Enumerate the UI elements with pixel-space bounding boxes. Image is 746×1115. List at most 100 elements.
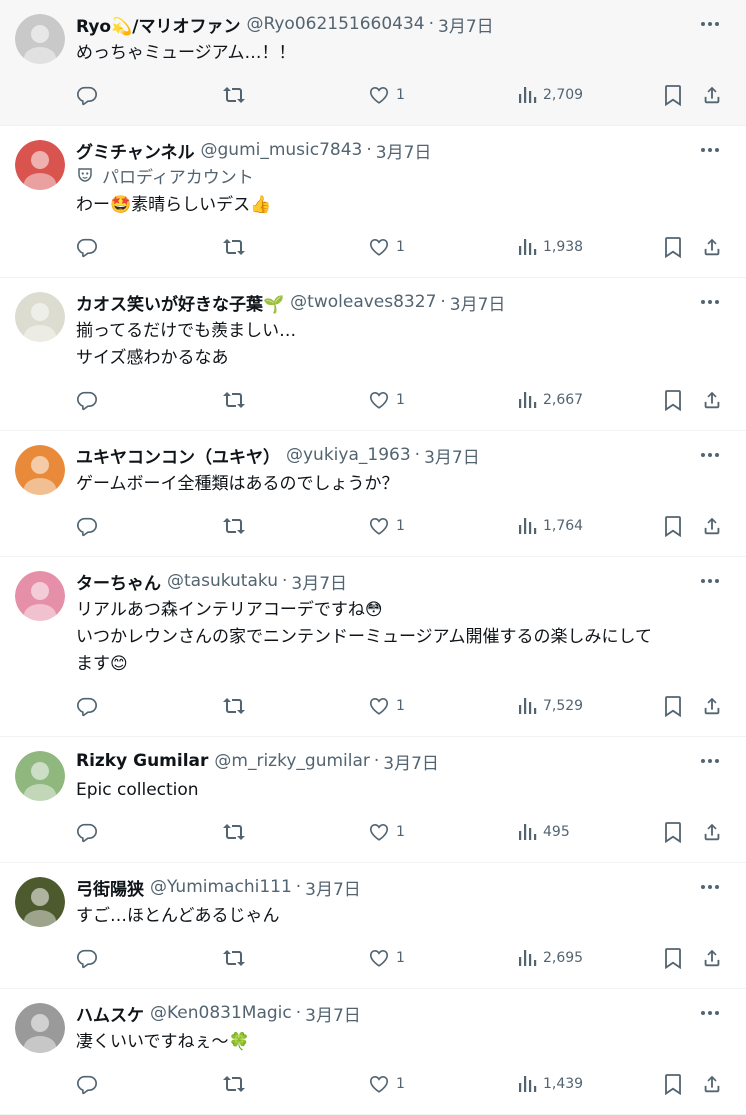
display-name[interactable]: ハムスケ	[76, 1001, 144, 1026]
avatar[interactable]	[15, 571, 65, 621]
bookmark-button[interactable]	[663, 694, 683, 718]
avatar[interactable]	[15, 140, 65, 190]
share-button[interactable]	[701, 946, 723, 970]
avatar[interactable]	[15, 1003, 65, 1053]
avatar[interactable]	[15, 877, 65, 927]
share-button[interactable]	[701, 1072, 723, 1096]
avatar[interactable]	[15, 751, 65, 801]
like-button[interactable]: 1	[368, 388, 405, 412]
more-icon[interactable]	[698, 14, 722, 34]
like-button[interactable]: 1	[368, 694, 405, 718]
views-button[interactable]: 1,938	[517, 235, 583, 259]
retweet-button[interactable]	[221, 694, 247, 718]
retweet-button[interactable]	[221, 946, 247, 970]
user-handle[interactable]: @Ryo062151660434	[246, 14, 424, 34]
tweet[interactable]: ユキヤコンコン（ユキヤ） @yukiya_1963 · 3月7日 ゲームボーイ全…	[0, 431, 746, 557]
tweet[interactable]: ターちゃん @tasukutaku · 3月7日 リアルあつ森インテリアコーデで…	[0, 557, 746, 737]
bookmark-button[interactable]	[663, 388, 683, 412]
like-button[interactable]: 1	[368, 1072, 405, 1096]
like-button[interactable]: 1	[368, 83, 405, 107]
share-button[interactable]	[701, 514, 723, 538]
share-button[interactable]	[701, 235, 723, 259]
user-handle[interactable]: @m_rizky_gumilar	[214, 751, 369, 771]
display-name[interactable]: ユキヤコンコン（ユキヤ）	[76, 443, 280, 468]
display-name[interactable]: Rizky Gumilar	[76, 751, 208, 771]
avatar[interactable]	[15, 292, 65, 342]
avatar[interactable]	[15, 14, 65, 64]
display-name[interactable]: ターちゃん	[76, 569, 161, 594]
reply-button[interactable]	[76, 514, 98, 538]
tweet-date[interactable]: 3月7日	[438, 12, 494, 37]
share-button[interactable]	[701, 83, 723, 107]
tweet[interactable]: グミチャンネル @gumi_music7843 · 3月7日 パロディアカウント…	[0, 126, 746, 278]
retweet-button[interactable]	[221, 83, 247, 107]
tweet-date[interactable]: 3月7日	[383, 749, 439, 774]
more-icon[interactable]	[698, 571, 722, 591]
tweet-text: わー🤩素晴らしいデス👍	[76, 192, 730, 219]
tweet-date[interactable]: 3月7日	[305, 1001, 361, 1026]
reply-button[interactable]	[76, 235, 98, 259]
more-icon[interactable]	[698, 1003, 722, 1023]
tweet-date[interactable]: 3月7日	[305, 875, 361, 900]
display-name[interactable]: カオス笑いが好きな子葉🌱	[76, 290, 284, 315]
views-button[interactable]: 1,439	[517, 1072, 583, 1096]
tweet-date[interactable]: 3月7日	[450, 290, 506, 315]
bookmark-button[interactable]	[663, 514, 683, 538]
retweet-icon	[223, 824, 245, 840]
display-name[interactable]: Ryo💫/マリオファン	[76, 12, 240, 37]
like-button[interactable]: 1	[368, 946, 405, 970]
tweet[interactable]: ハムスケ @Ken0831Magic · 3月7日 凄くいいですねぇ～🍀 1 1…	[0, 989, 746, 1115]
reply-button[interactable]	[76, 388, 98, 412]
reply-button[interactable]	[76, 694, 98, 718]
retweet-button[interactable]	[221, 388, 247, 412]
more-icon[interactable]	[698, 292, 722, 312]
retweet-button[interactable]	[221, 235, 247, 259]
tweet-date[interactable]: 3月7日	[291, 569, 347, 594]
avatar[interactable]	[15, 445, 65, 495]
tweet[interactable]: 弓街陽狭 @Yumimachi111 · 3月7日 すご…ほとんどあるじゃん 1…	[0, 863, 746, 989]
more-icon[interactable]	[698, 877, 722, 897]
like-button[interactable]: 1	[368, 235, 405, 259]
bookmark-button[interactable]	[663, 1072, 683, 1096]
views-button[interactable]: 2,695	[517, 946, 583, 970]
bookmark-button[interactable]	[663, 83, 683, 107]
user-handle[interactable]: @Ken0831Magic	[150, 1003, 292, 1023]
views-button[interactable]: 7,529	[517, 694, 583, 718]
reply-button[interactable]	[76, 946, 98, 970]
share-button[interactable]	[701, 694, 723, 718]
user-handle[interactable]: @twoleaves8327	[290, 292, 436, 312]
views-button[interactable]: 2,709	[517, 83, 583, 107]
retweet-button[interactable]	[221, 1072, 247, 1096]
retweet-button[interactable]	[221, 514, 247, 538]
views-button[interactable]: 1,764	[517, 514, 583, 538]
user-handle[interactable]: @Yumimachi111	[150, 877, 292, 897]
reply-button[interactable]	[76, 83, 98, 107]
share-button[interactable]	[701, 388, 723, 412]
tweet[interactable]: Rizky Gumilar @m_rizky_gumilar · 3月7日 Ep…	[0, 737, 746, 863]
views-button[interactable]: 2,667	[517, 388, 583, 412]
share-button[interactable]	[701, 820, 723, 844]
user-handle[interactable]: @gumi_music7843	[201, 140, 363, 160]
more-icon[interactable]	[698, 140, 722, 160]
tweet-date[interactable]: 3月7日	[424, 443, 480, 468]
more-icon[interactable]	[698, 445, 722, 465]
bookmark-button[interactable]	[663, 820, 683, 844]
display-name[interactable]: 弓街陽狭	[76, 875, 144, 900]
reply-button[interactable]	[76, 820, 98, 844]
like-button[interactable]: 1	[368, 514, 405, 538]
bookmark-button[interactable]	[663, 946, 683, 970]
retweet-button[interactable]	[221, 820, 247, 844]
user-handle[interactable]: @tasukutaku	[167, 571, 278, 591]
user-handle[interactable]: @yukiya_1963	[286, 445, 411, 465]
reply-button[interactable]	[76, 1072, 98, 1096]
like-button[interactable]: 1	[368, 820, 405, 844]
display-name[interactable]: グミチャンネル	[76, 138, 195, 163]
bookmark-icon	[665, 1074, 681, 1095]
tweet-date[interactable]: 3月7日	[376, 138, 432, 163]
more-icon[interactable]	[698, 751, 722, 771]
views-icon	[519, 518, 537, 534]
tweet[interactable]: Ryo💫/マリオファン @Ryo062151660434 · 3月7日 めっちゃ…	[0, 0, 746, 126]
bookmark-button[interactable]	[663, 235, 683, 259]
tweet[interactable]: カオス笑いが好きな子葉🌱 @twoleaves8327 · 3月7日 揃ってるだ…	[0, 278, 746, 431]
views-button[interactable]: 495	[517, 820, 570, 844]
